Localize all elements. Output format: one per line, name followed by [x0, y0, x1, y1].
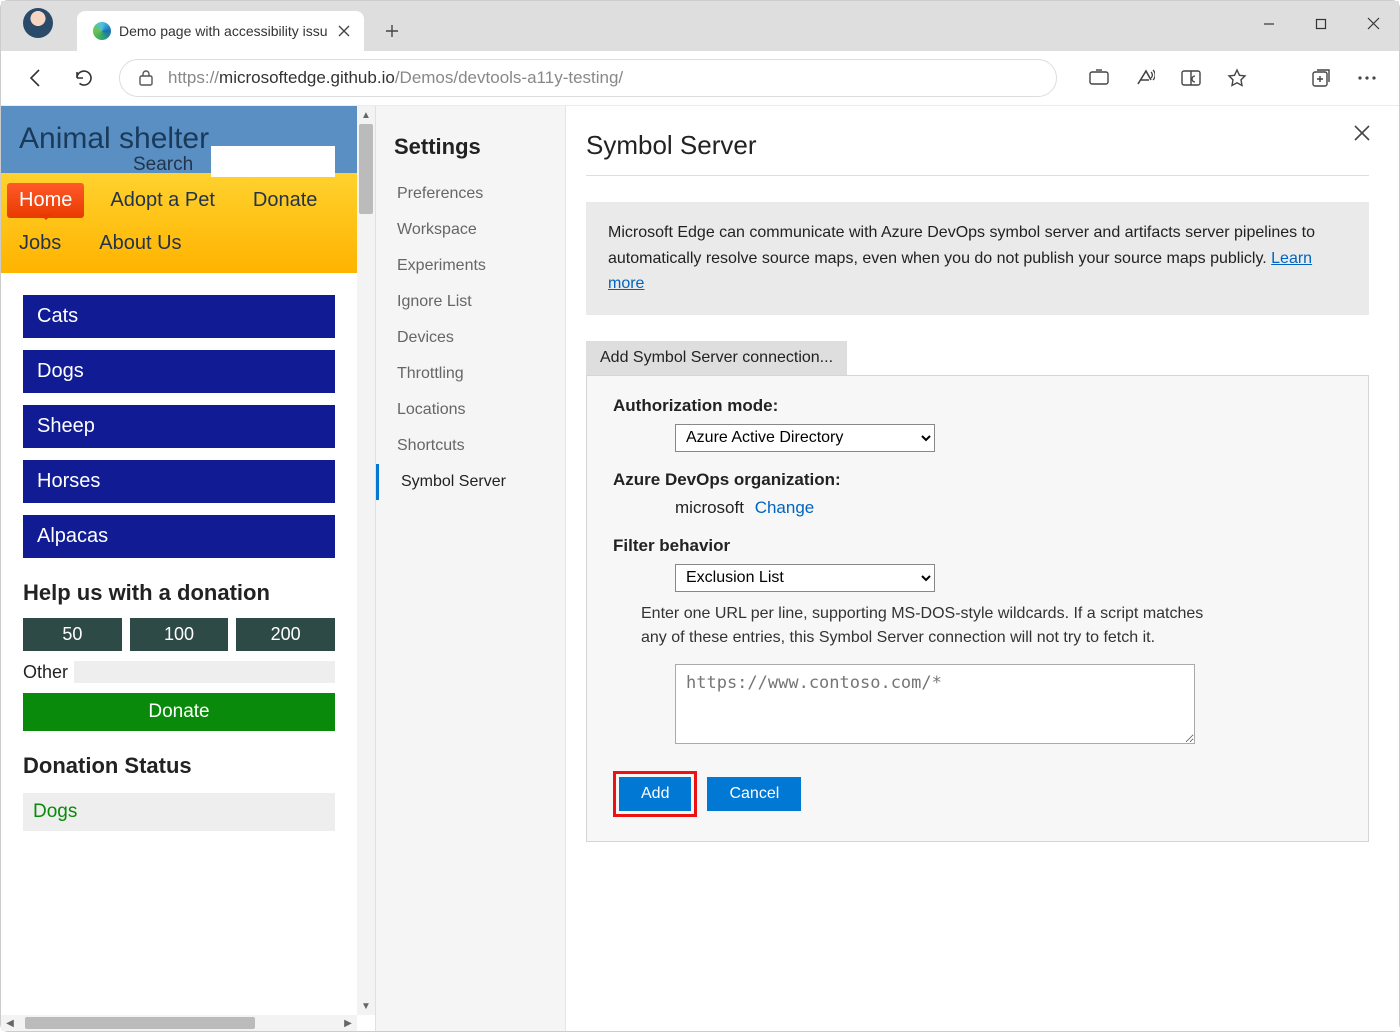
sidebar-item-workspace[interactable]: Workspace	[376, 212, 565, 248]
nav-home[interactable]: Home	[7, 183, 84, 218]
main-nav: Home Adopt a Pet Donate Jobs About Us	[1, 173, 357, 273]
donation-section: Help us with a donation 50 100 200 Other…	[1, 568, 357, 737]
filter-label: Filter behavior	[613, 536, 1342, 556]
back-button[interactable]	[23, 65, 49, 91]
donation-status: Donation Status Dogs	[1, 737, 357, 831]
status-row: Dogs	[23, 793, 335, 831]
amount-200[interactable]: 200	[236, 618, 335, 651]
sidebar-item-preferences[interactable]: Preferences	[376, 176, 565, 212]
search-input[interactable]	[211, 146, 335, 177]
profile-avatar[interactable]	[23, 8, 53, 38]
donate-button[interactable]: Donate	[23, 693, 335, 731]
app-mode-icon[interactable]	[1089, 69, 1109, 87]
scroll-up-icon[interactable]: ▲	[357, 106, 375, 124]
list-item[interactable]: Alpacas	[23, 515, 335, 558]
scroll-left-icon[interactable]: ◀	[1, 1018, 19, 1029]
window-controls	[1243, 1, 1399, 46]
status-heading: Donation Status	[23, 753, 335, 779]
filter-help-text: Enter one URL per line, supporting MS-DO…	[641, 602, 1221, 650]
page-vertical-scrollbar[interactable]: ▲ ▼	[357, 106, 375, 1015]
menu-icon[interactable]	[1357, 75, 1377, 81]
other-label: Other	[23, 662, 68, 683]
hscroll-thumb[interactable]	[25, 1017, 255, 1029]
list-item[interactable]: Cats	[23, 295, 335, 338]
cancel-button[interactable]: Cancel	[707, 777, 801, 811]
url-patterns-textarea[interactable]	[675, 664, 1195, 744]
org-value: microsoft	[675, 498, 744, 517]
info-text: Microsoft Edge can communicate with Azur…	[608, 224, 1315, 267]
sidebar-item-ignore-list[interactable]: Ignore List	[376, 284, 565, 320]
nav-about[interactable]: About Us	[87, 226, 193, 261]
nav-donate[interactable]: Donate	[241, 183, 330, 218]
refresh-button[interactable]	[71, 65, 97, 91]
auth-mode-select[interactable]: Azure Active Directory	[675, 424, 935, 452]
org-label: Azure DevOps organization:	[613, 470, 1342, 490]
tab-title: Demo page with accessibility issu	[119, 23, 328, 39]
content-area: Animal shelter Search Home Adopt a Pet D…	[1, 106, 1399, 1031]
scroll-down-icon[interactable]: ▼	[357, 997, 375, 1015]
info-banner: Microsoft Edge can communicate with Azur…	[586, 202, 1369, 315]
page-viewport: Animal shelter Search Home Adopt a Pet D…	[1, 106, 376, 1031]
add-connection-button[interactable]: Add Symbol Server connection...	[586, 341, 847, 375]
lock-icon	[138, 69, 154, 87]
settings-sidebar: Settings Preferences Workspace Experimen…	[376, 106, 566, 1031]
connection-form: Authorization mode: Azure Active Directo…	[586, 375, 1369, 842]
settings-title: Settings	[376, 126, 565, 176]
close-window-button[interactable]	[1347, 1, 1399, 46]
nav-jobs[interactable]: Jobs	[7, 226, 73, 261]
sidebar-item-symbol-server[interactable]: Symbol Server	[376, 464, 565, 500]
sidebar-item-throttling[interactable]: Throttling	[376, 356, 565, 392]
add-button-highlight: Add	[613, 771, 697, 817]
other-amount-input[interactable]	[74, 661, 335, 683]
close-tab-icon[interactable]	[336, 23, 352, 39]
edge-favicon-icon	[93, 22, 111, 40]
reading-mode-icon[interactable]	[1181, 69, 1201, 87]
list-item[interactable]: Horses	[23, 460, 335, 503]
new-tab-button[interactable]	[372, 11, 412, 51]
scroll-thumb[interactable]	[359, 124, 373, 214]
url-text: https://microsoftedge.github.io/Demos/de…	[168, 68, 1038, 88]
toolbar-icons	[1089, 68, 1377, 88]
url-box[interactable]: https://microsoftedge.github.io/Demos/de…	[119, 59, 1057, 97]
filter-select[interactable]: Exclusion List	[675, 564, 935, 592]
auth-mode-label: Authorization mode:	[613, 396, 1342, 416]
panel-title: Symbol Server	[586, 130, 1369, 161]
minimize-button[interactable]	[1243, 1, 1295, 46]
amount-50[interactable]: 50	[23, 618, 122, 651]
sidebar-item-devices[interactable]: Devices	[376, 320, 565, 356]
divider	[586, 175, 1369, 176]
browser-tab[interactable]: Demo page with accessibility issu	[77, 11, 364, 51]
sidebar-item-locations[interactable]: Locations	[376, 392, 565, 428]
sidebar-item-shortcuts[interactable]: Shortcuts	[376, 428, 565, 464]
change-org-link[interactable]: Change	[755, 498, 815, 517]
close-settings-icon[interactable]	[1353, 124, 1371, 142]
search-label: Search	[133, 154, 193, 176]
symbol-server-panel: Symbol Server Microsoft Edge can communi…	[566, 106, 1399, 1031]
amount-100[interactable]: 100	[130, 618, 229, 651]
read-aloud-icon[interactable]	[1135, 68, 1155, 88]
page-horizontal-scrollbar[interactable]: ◀ ▶	[1, 1015, 357, 1031]
maximize-button[interactable]	[1295, 1, 1347, 46]
nav-adopt[interactable]: Adopt a Pet	[98, 183, 227, 218]
add-button[interactable]: Add	[619, 777, 691, 811]
collections-icon[interactable]	[1311, 68, 1331, 88]
favorite-icon[interactable]	[1227, 68, 1247, 88]
sidebar-item-experiments[interactable]: Experiments	[376, 248, 565, 284]
animal-list: Cats Dogs Sheep Horses Alpacas	[1, 273, 357, 568]
address-bar: https://microsoftedge.github.io/Demos/de…	[1, 51, 1399, 106]
page-header: Animal shelter Search	[1, 106, 357, 173]
window-titlebar: Demo page with accessibility issu	[1, 1, 1399, 51]
list-item[interactable]: Dogs	[23, 350, 335, 393]
scroll-right-icon[interactable]: ▶	[339, 1018, 357, 1029]
donation-heading: Help us with a donation	[23, 580, 335, 606]
list-item[interactable]: Sheep	[23, 405, 335, 448]
